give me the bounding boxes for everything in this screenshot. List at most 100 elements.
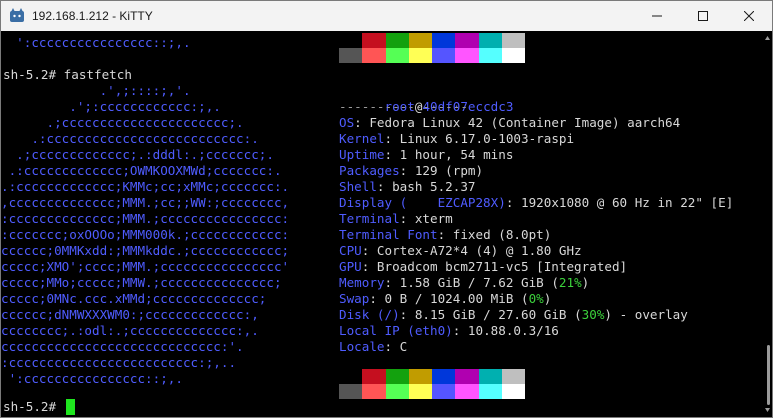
terminal-window: 192.168.1.212 - KiTTY ':cccccccccccccccc… — [0, 0, 773, 418]
usage-percent: 21% — [558, 275, 582, 290]
info-key: Terminal Font — [339, 227, 438, 242]
ascii-art-line: cccccc;dNMWXXXWM0:;ccccccccccccc:, — [1, 307, 259, 322]
info-row: OS: Fedora Linux 42 (Container Image) aa… — [339, 115, 680, 131]
ascii-art-line: :cccccccccccccc;MMM.;cccccccccccccccc: — [1, 211, 290, 226]
ascii-art-line: :ccccccc;oxOOOo;MMM000k.;cccccccccccc: — [1, 227, 290, 242]
info-colon: : — [399, 211, 415, 226]
ascii-art-line: ':cccccccccccccccc::;,. — [1, 371, 183, 386]
info-colon: : — [437, 227, 453, 242]
title-bar[interactable]: 192.168.1.212 - KiTTY — [1, 1, 772, 31]
info-colon: : — [361, 243, 377, 258]
color-swatch — [385, 384, 409, 399]
info-colon: : — [399, 307, 415, 322]
color-swatch — [478, 369, 503, 384]
color-swatch — [408, 369, 433, 384]
color-swatch — [502, 48, 526, 63]
info-key: OS — [339, 115, 355, 130]
info-colon: : — [384, 275, 400, 290]
info-row: Uptime: 1 hour, 54 mins — [339, 147, 513, 163]
info-value: Cortex-A72*4 (4) @ 1.80 GHz — [376, 243, 582, 258]
close-button[interactable] — [726, 1, 772, 31]
info-value: 10.88.0.3/16 — [467, 323, 559, 338]
info-row: Local IP (eth0): 10.88.0.3/16 — [339, 323, 559, 339]
info-row: Shell: bash 5.2.37 — [339, 179, 476, 195]
kitty-cat-icon — [10, 8, 24, 22]
info-suffix: - overlay — [612, 307, 688, 322]
separator: ----------------- — [339, 99, 468, 114]
info-value: 0 B / 1024.00 MiB — [384, 291, 514, 306]
info-colon: : — [376, 179, 393, 194]
terminal-output[interactable]: ':cccccccccccccccc::;,. sh-5.2# fastfetc… — [1, 31, 772, 417]
scroll-down-icon[interactable] — [765, 408, 770, 413]
minimize-icon — [652, 15, 662, 17]
window-controls — [634, 1, 772, 31]
info-colon: : — [384, 339, 400, 354]
info-colon: : — [354, 115, 370, 130]
close-icon — [744, 11, 754, 21]
color-swatch — [408, 384, 433, 399]
color-palette-top-1 — [339, 33, 526, 48]
color-swatch — [455, 369, 479, 384]
user-host: root@40df07eccdc3 — [339, 83, 514, 114]
info-row: Memory: 1.58 GiB / 7.62 GiB (21%) — [339, 275, 589, 291]
info-colon: : — [361, 259, 377, 274]
maximize-button[interactable] — [680, 1, 726, 31]
info-paren: ) — [543, 291, 552, 306]
info-value: Linux 6.17.0-1003-raspi — [399, 131, 575, 146]
info-row: Packages: 129 (rpm) — [339, 163, 483, 179]
color-swatch — [339, 384, 363, 399]
info-paren: ( — [513, 291, 529, 306]
ascii-art-line: cccccccc;.:odl:.;cccccccccccccc:,. — [1, 323, 259, 338]
info-colon: : — [452, 323, 468, 338]
color-swatch — [455, 33, 479, 48]
color-swatch — [502, 384, 526, 399]
color-swatch — [339, 33, 363, 48]
ascii-art-line: ccccccccccccccccccccccccccccc:'. — [1, 339, 244, 354]
color-swatch — [502, 369, 526, 384]
color-swatch — [432, 48, 456, 63]
info-paren: ) — [604, 307, 613, 322]
info-key: Uptime — [339, 147, 385, 162]
info-row: Terminal: xterm — [339, 211, 453, 227]
scrollbar-thumb[interactable] — [767, 345, 770, 405]
info-colon: : — [384, 131, 400, 146]
info-key: Local IP (eth0) — [339, 323, 453, 338]
color-palette-bottom-2 — [339, 384, 526, 399]
info-value: xterm — [414, 211, 453, 226]
info-value: 1920x1080 @ 60 Hz in 22" [E] — [520, 195, 734, 210]
ascii-art-line: .:ccccccccccccc;OWMKOOXMWd;ccccccc:. — [1, 163, 282, 178]
color-swatch — [478, 48, 503, 63]
color-swatch — [408, 33, 433, 48]
color-swatch — [385, 48, 409, 63]
info-paren: ) — [581, 275, 590, 290]
usage-percent: 30% — [581, 307, 605, 322]
ascii-art-line: :ccccccccccccccccccccccccc:;,.. — [1, 355, 237, 370]
ascii-art-line: ':cccccccccccccccc::;,. — [1, 35, 191, 50]
info-row: Kernel: Linux 6.17.0-1003-raspi — [339, 131, 574, 147]
color-swatch — [339, 369, 363, 384]
info-key: Kernel — [339, 131, 385, 146]
ascii-art-line: ,cccccccccccccc;MMM.;cc;;WW:;cccccccc, — [1, 195, 290, 210]
color-palette-bottom-1 — [339, 48, 526, 63]
ascii-art-line: ccccc;MMo;ccccc;MMW.;ccccccccccccccc; — [1, 275, 282, 290]
info-colon: : — [369, 291, 385, 306]
info-key: Memory — [339, 275, 385, 290]
info-key: Swap — [339, 291, 370, 306]
info-row: Swap: 0 B / 1024.00 MiB (0%) — [339, 291, 551, 307]
maximize-icon — [698, 11, 708, 21]
color-swatch — [362, 48, 386, 63]
info-colon: : — [505, 195, 521, 210]
usage-percent: 0% — [528, 291, 544, 306]
info-value: 8.15 GiB / 27.60 GiB — [414, 307, 567, 322]
scroll-up-icon[interactable] — [765, 35, 770, 40]
color-swatch — [432, 384, 456, 399]
minimize-button[interactable] — [634, 1, 680, 31]
info-key: CPU — [339, 243, 362, 258]
info-row: CPU: Cortex-A72*4 (4) @ 1.80 GHz — [339, 243, 582, 259]
info-key: Shell — [339, 179, 377, 194]
ascii-art-line: .:ccccccccccccc;KMMc;cc;xMMc;ccccccc:. — [1, 179, 290, 194]
info-row: Terminal Font: fixed (8.0pt) — [339, 227, 551, 243]
window-title: 192.168.1.212 - KiTTY — [32, 9, 153, 23]
color-swatch — [385, 33, 409, 48]
color-swatch — [478, 33, 503, 48]
